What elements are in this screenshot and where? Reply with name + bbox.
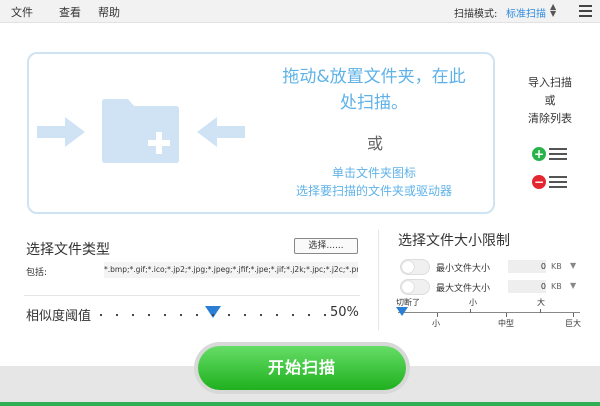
- scale-label-small-bottom: 小: [432, 319, 440, 328]
- slider-tick: [308, 314, 310, 316]
- scan-mode-arrows-icon[interactable]: ▲ ▼: [550, 3, 556, 18]
- list-icon: [549, 148, 567, 163]
- menu-file[interactable]: 文件: [11, 4, 33, 20]
- drop-zone-or: 或: [366, 134, 383, 153]
- divider: [24, 295, 360, 296]
- slider-tick: [100, 314, 102, 316]
- size-scale-slider[interactable]: [398, 312, 580, 313]
- similarity-label: 相似度阈值: [26, 309, 92, 324]
- drop-zone-title-line2: 处扫描。: [340, 93, 408, 113]
- scale-tick: [437, 313, 438, 317]
- start-scan-button[interactable]: 开始扫描: [198, 346, 406, 390]
- scale-label-medium: 中型: [498, 319, 514, 328]
- footer-accent-line: [0, 402, 600, 406]
- min-size-unit: KB: [551, 262, 562, 271]
- max-size-caret-icon[interactable]: ▼: [570, 281, 576, 290]
- drop-zone-hint: 单击文件夹图标 选择要扫描的文件夹或驱动器: [256, 164, 492, 200]
- slider-tick: [180, 314, 182, 316]
- slider-tick: [244, 314, 246, 316]
- max-size-unit: KB: [551, 282, 562, 291]
- drop-zone-title: 拖动&放置文件夹，在此 处扫描。: [256, 64, 492, 116]
- max-size-input[interactable]: 0: [508, 280, 546, 293]
- scan-mode-select[interactable]: 标准扫描: [506, 5, 546, 20]
- hamburger-menu-icon[interactable]: [579, 5, 592, 20]
- size-limit-title: 选择文件大小限制: [398, 233, 510, 249]
- menu-bar: 文件 查看 帮助 扫描模式: 标准扫描 ▲ ▼: [0, 0, 600, 23]
- clear-list-label: 清除列表: [528, 112, 572, 125]
- select-file-types-button[interactable]: 选择......: [294, 238, 358, 254]
- import-scan-link[interactable]: 导入扫描 或 清除列表: [510, 74, 590, 126]
- scale-tick: [573, 313, 574, 317]
- arrow-right-icon: [37, 117, 85, 147]
- slider-tick: [164, 314, 166, 316]
- file-type-title: 选择文件类型: [26, 242, 110, 258]
- scale-label-small: 小: [469, 298, 477, 307]
- min-size-label: 最小文件大小: [436, 264, 491, 274]
- slider-tick: [132, 314, 134, 316]
- similarity-slider[interactable]: [100, 306, 326, 318]
- menu-help[interactable]: 帮助: [98, 4, 120, 20]
- include-label: 包括:: [26, 268, 48, 278]
- list-icon: [549, 176, 567, 191]
- plus-icon: +: [532, 147, 546, 161]
- similarity-slider-thumb[interactable]: [205, 306, 221, 318]
- similarity-value: 50%: [330, 305, 359, 320]
- max-size-label: 最大文件大小: [436, 284, 491, 294]
- slider-tick: [196, 314, 198, 316]
- min-size-caret-icon[interactable]: ▼: [570, 261, 576, 270]
- drop-zone-hint-line2: 选择要扫描的文件夹或驱动器: [295, 184, 452, 198]
- add-to-list-button[interactable]: +: [532, 146, 572, 162]
- min-size-toggle[interactable]: [400, 259, 430, 275]
- slider-tick: [292, 314, 294, 316]
- scan-mode-label: 扫描模式:: [454, 9, 498, 20]
- min-size-input[interactable]: 0: [508, 260, 546, 273]
- slider-tick: [276, 314, 278, 316]
- include-extensions-field[interactable]: *.bmp;*.gif;*.ico;*.jp2;*.jpg;*.jpeg;*.j…: [104, 262, 358, 278]
- menu-view[interactable]: 查看: [59, 4, 81, 20]
- clear-list-button[interactable]: −: [532, 174, 572, 190]
- vertical-divider: [378, 230, 379, 330]
- scale-tick: [470, 309, 471, 313]
- minus-icon: −: [532, 175, 546, 189]
- scale-tick: [506, 313, 507, 317]
- scale-tick: [540, 309, 541, 313]
- scale-label-huge: 巨大: [565, 319, 581, 328]
- drop-zone-title-line1: 拖动&放置文件夹，在此: [282, 67, 466, 87]
- arrow-left-icon: [197, 117, 245, 147]
- slider-tick: [116, 314, 118, 316]
- drop-zone-hint-line1: 单击文件夹图标: [331, 166, 416, 180]
- add-folder-icon[interactable]: [100, 98, 180, 164]
- slider-tick: [260, 314, 262, 316]
- slider-tick: [228, 314, 230, 316]
- max-size-toggle[interactable]: [400, 279, 430, 295]
- import-or-label: 或: [544, 94, 556, 107]
- size-scale-thumb[interactable]: [396, 307, 408, 316]
- scale-label-large: 大: [537, 298, 545, 307]
- import-scan-label: 导入扫描: [528, 76, 572, 89]
- slider-tick: [212, 314, 214, 316]
- slider-tick: [324, 314, 326, 316]
- slider-tick: [148, 314, 150, 316]
